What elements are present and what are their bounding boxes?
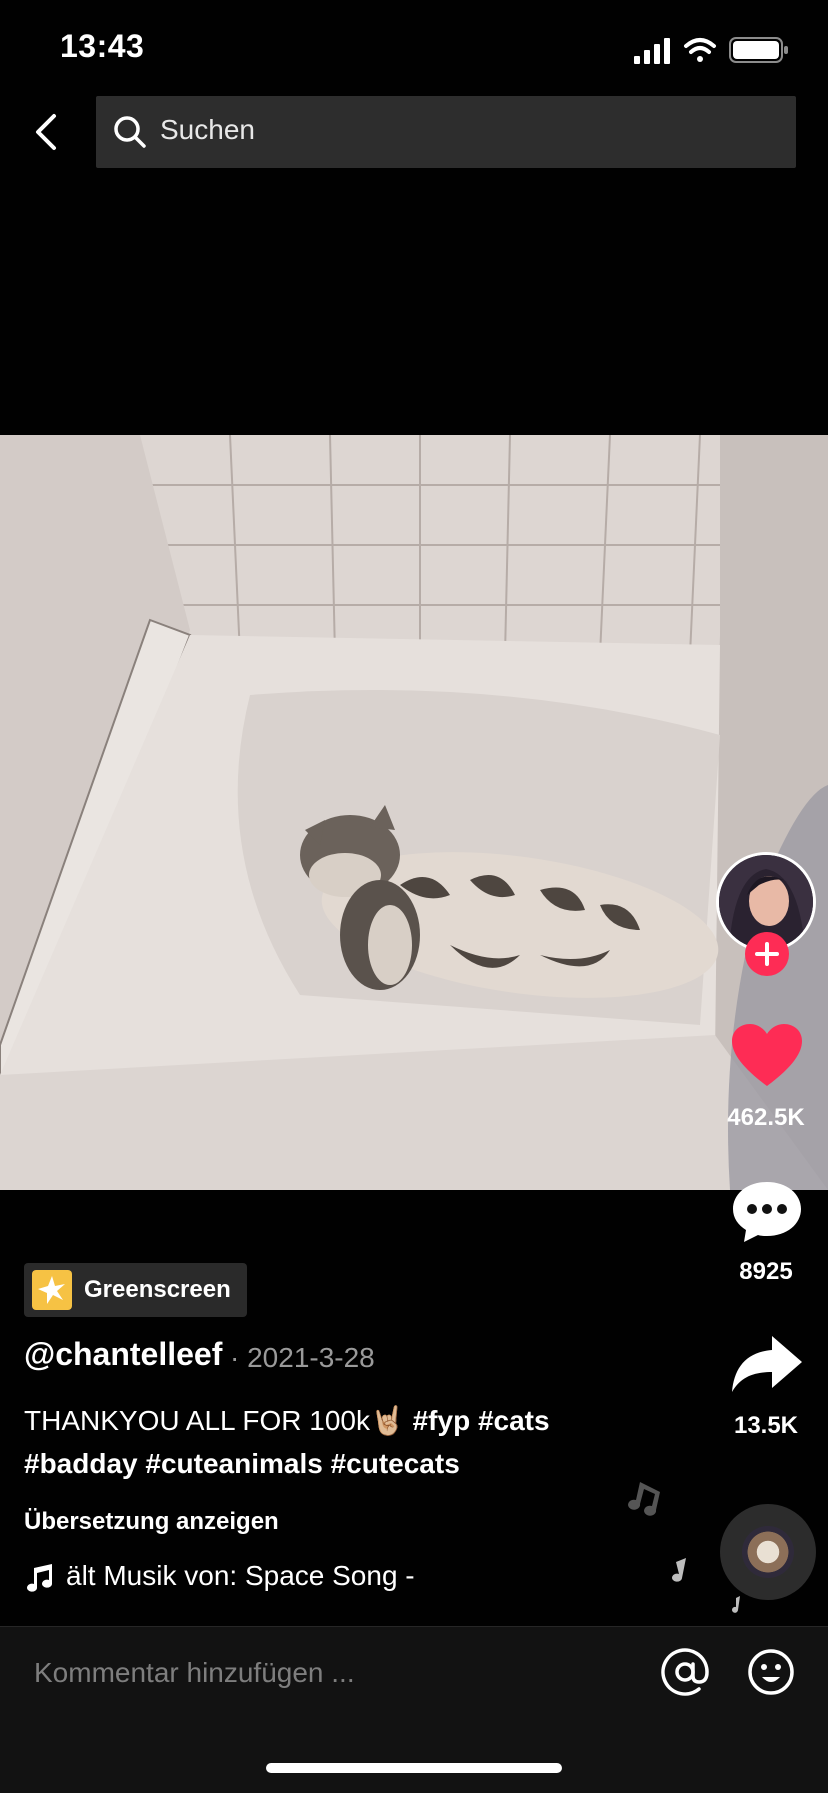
emoji-icon[interactable] [746,1647,796,1697]
effect-chip[interactable]: Greenscreen [24,1263,247,1317]
hashtags[interactable]: #badday #cuteanimals #cutecats [24,1448,460,1480]
music-cover [742,1526,794,1578]
video-player[interactable] [0,435,828,1190]
cellular-signal-icon [634,38,670,64]
search-input[interactable]: Suchen [96,96,796,168]
caption-text: THANKYOU ALL FOR 100k🤘🏼 [24,1405,413,1436]
username-link[interactable]: @chantelleef [24,1336,222,1373]
heart-icon[interactable] [730,1022,804,1090]
status-time: 13:43 [60,28,145,64]
wifi-icon [684,38,716,62]
battery-icon [729,37,788,63]
caption-line: THANKYOU ALL FOR 100k🤘🏼 #fyp #cats [24,1404,550,1437]
comment-bar: Kommentar hinzufügen ... [0,1626,828,1793]
share-count: 13.5K [733,1412,799,1439]
search-placeholder: Suchen [160,114,255,145]
share-icon[interactable] [730,1332,804,1394]
comment-icon[interactable] [730,1178,804,1246]
mention-icon[interactable] [660,1647,710,1697]
effect-label: Greenscreen [84,1276,231,1303]
plus-icon [755,942,779,966]
status-icons [634,37,788,64]
music-disc[interactable] [720,1504,816,1600]
back-icon[interactable] [26,108,70,156]
hashtags[interactable]: #fyp #cats [413,1405,550,1436]
music-note-icon [27,1564,52,1592]
greenscreen-icon [32,1270,72,1310]
comment-count: 8925 [739,1258,793,1285]
music-title[interactable]: ält Musik von: Space Song - [66,1560,415,1592]
translate-button[interactable]: Übersetzung anzeigen [24,1508,279,1536]
search-icon [114,116,146,148]
like-count: 462.5K [727,1104,805,1131]
home-indicator [266,1763,562,1773]
comment-input[interactable]: Kommentar hinzufügen ... [34,1657,355,1689]
follow-button[interactable] [745,932,789,976]
post-date: · 2021-3-28 [230,1342,375,1373]
